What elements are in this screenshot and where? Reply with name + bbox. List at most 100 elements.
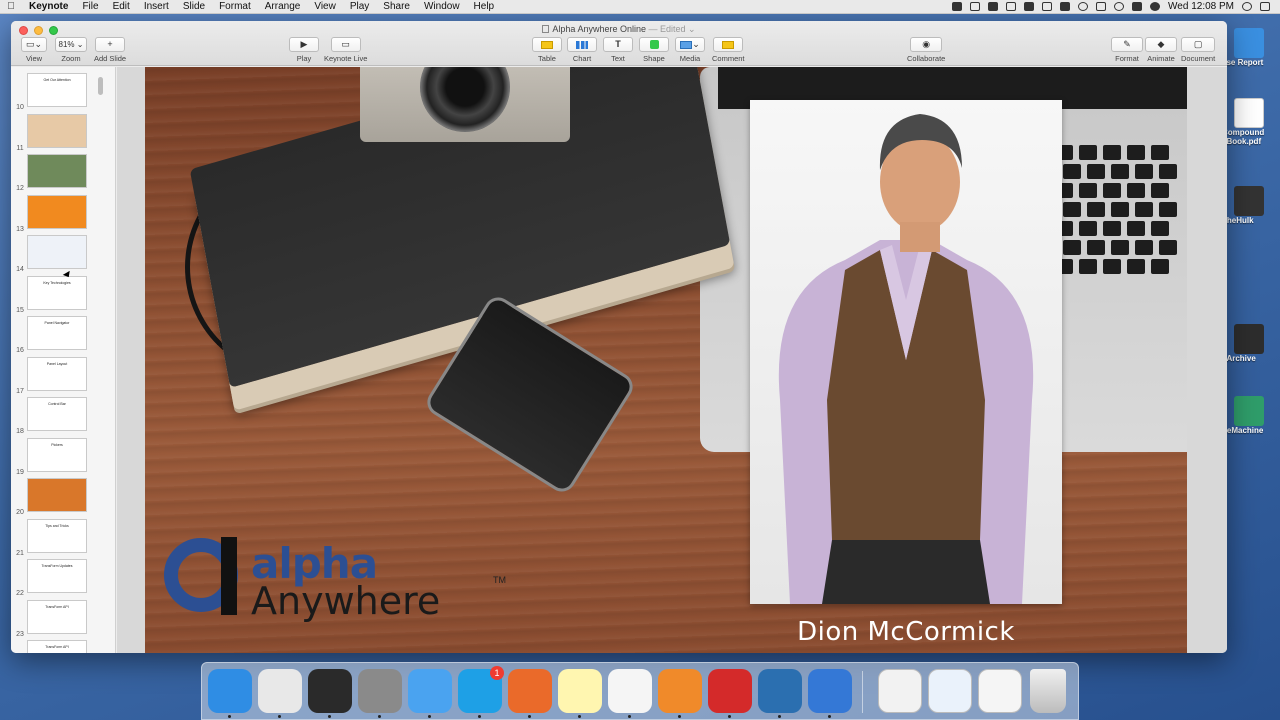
spotlight-search-icon[interactable]: [1242, 2, 1252, 11]
slide-thumbnail-row[interactable]: 20: [11, 478, 111, 516]
slide-thumbnail[interactable]: TransForm API: [27, 640, 87, 653]
slide-navigator[interactable]: 10 Get Our Attention 11 12 13 14 15 Key Technol…: [11, 67, 116, 653]
slide-thumbnail[interactable]: TransForm Updates: [27, 559, 87, 593]
zoom-control[interactable]: 81% ⌄ Zoom: [55, 37, 87, 63]
dock-app-messages-icon[interactable]: [408, 669, 452, 718]
notification-center-icon[interactable]: [1260, 2, 1270, 11]
slide-thumbnail[interactable]: [27, 194, 87, 229]
slide-thumbnail-row[interactable]: 17 Panel Layout: [11, 356, 111, 395]
slide-thumbnail-row[interactable]: TransForm API: [11, 640, 111, 653]
desktop-item-report[interactable]: ase Report: [1222, 28, 1280, 67]
slide-thumbnail[interactable]: Panel Navigator: [27, 316, 87, 350]
slide-thumbnail[interactable]: Key Technologies: [27, 275, 87, 310]
slide-thumbnail-row[interactable]: 11: [11, 113, 111, 152]
dock-app-parallels-icon[interactable]: [708, 669, 752, 718]
slide-thumbnail[interactable]: Panel Layout: [27, 356, 87, 391]
zoom-select[interactable]: 81% ⌄: [55, 37, 87, 52]
menu-play[interactable]: Play: [343, 1, 376, 12]
slide-thumbnail[interactable]: [27, 478, 87, 512]
wifi-icon[interactable]: [1114, 2, 1125, 11]
document-title[interactable]: Alpha Anywhere Online: [552, 24, 646, 34]
slide-thumbnail-row[interactable]: 10 Get Our Attention: [11, 73, 111, 111]
menu-slide[interactable]: Slide: [176, 1, 212, 12]
slide-thumbnail-row[interactable]: 12: [11, 154, 111, 192]
alpha-anywhere-logo[interactable]: alpha Anywhere TM: [163, 537, 506, 627]
slide-thumbnail[interactable]: [27, 154, 87, 188]
slide-thumbnail-row[interactable]: 23 TransForm API: [11, 599, 111, 638]
slide-thumbnail[interactable]: Get Our Attention: [27, 73, 87, 107]
slide-thumbnail-row[interactable]: 13: [11, 194, 111, 233]
dock-app-chrome-icon[interactable]: [258, 669, 302, 718]
dock-app-finder-icon[interactable]: [208, 669, 252, 718]
volume-icon[interactable]: [1150, 2, 1161, 11]
menu-insert[interactable]: Insert: [137, 1, 176, 12]
dock-window-thumbnail-1[interactable]: [878, 669, 922, 713]
keynote-live-button[interactable]: ▭ Keynote Live: [324, 37, 367, 63]
menu-format[interactable]: Format: [212, 1, 258, 12]
slide-thumbnail-row[interactable]: 22 TransForm Updates: [11, 559, 111, 597]
dropbox-icon[interactable]: [952, 2, 963, 11]
dock-app-s-app-icon[interactable]: [758, 669, 802, 718]
comment-button[interactable]: Comment: [712, 37, 745, 63]
dock-app-launchpad-icon[interactable]: [358, 669, 402, 718]
trash-icon[interactable]: [1030, 669, 1066, 713]
dock-app-notes-icon[interactable]: [558, 669, 602, 718]
slide-thumbnail-row[interactable]: 16 Panel Navigator: [11, 316, 111, 354]
edited-status[interactable]: — Edited ⌄: [649, 24, 696, 34]
dock-window-thumbnail-3[interactable]: [978, 669, 1022, 713]
chart-button[interactable]: Chart: [567, 37, 597, 63]
menu-file[interactable]: File: [75, 1, 105, 12]
dock-window-thumbnail-2[interactable]: [928, 669, 972, 713]
table-button[interactable]: Table: [532, 37, 562, 63]
apple-menu-icon[interactable]: : [0, 1, 22, 12]
slide-thumbnail[interactable]: [27, 113, 87, 148]
lock-icon[interactable]: [1024, 2, 1035, 11]
desktop-item-timemachine[interactable]: neMachine: [1222, 396, 1280, 435]
dock-app-flower-icon[interactable]: [658, 669, 702, 718]
dock-app-photos-icon[interactable]: [608, 669, 652, 718]
slide-thumbnail[interactable]: Control Bar: [27, 397, 87, 431]
menu-arrange[interactable]: Arrange: [258, 1, 308, 12]
slide-thumbnail[interactable]: Pickers: [27, 437, 87, 472]
menu-window[interactable]: Window: [417, 1, 467, 12]
portrait-photo[interactable]: [750, 100, 1062, 604]
view-button[interactable]: ▭⌄ View: [21, 37, 47, 63]
menu-view[interactable]: View: [307, 1, 343, 12]
list-icon[interactable]: [1042, 2, 1053, 11]
dock-app-office-icon[interactable]: [508, 669, 552, 718]
desktop-item-compound-ebook[interactable]: Compound eBook.pdf: [1222, 98, 1280, 146]
slide-thumbnail-row[interactable]: 18 Control Bar: [11, 397, 111, 435]
current-slide[interactable]: Dion McCormick alpha Anywhere TM: [145, 67, 1187, 653]
battery-icon[interactable]: [1132, 2, 1143, 11]
add-slide-button[interactable]: + Add Slide: [94, 37, 126, 63]
media-button[interactable]: ⌄ Media: [675, 37, 705, 63]
desktop-item-archive[interactable]: kArchive: [1222, 324, 1280, 363]
slide-thumbnail-row[interactable]: 14: [11, 235, 111, 273]
speaker-name-caption[interactable]: Dion McCormick: [745, 617, 1067, 647]
folder-icon[interactable]: [988, 2, 999, 11]
shape-button[interactable]: Shape: [639, 37, 669, 63]
dock-app-skype-icon[interactable]: 1: [458, 666, 504, 718]
bluetooth-icon[interactable]: [1096, 2, 1107, 11]
screen-icon[interactable]: [1006, 2, 1017, 11]
play-button[interactable]: ▶ Play: [289, 37, 319, 63]
s-app-icon[interactable]: [1060, 2, 1071, 11]
format-button[interactable]: ✎ Format: [1111, 37, 1143, 63]
menubar-clock[interactable]: Wed 12:08 PM: [1168, 1, 1234, 12]
slide-thumbnail[interactable]: [27, 235, 87, 269]
animate-button[interactable]: ◆ Animate: [1145, 37, 1177, 63]
slide-thumbnail[interactable]: TransForm API: [27, 599, 87, 634]
time-machine-icon[interactable]: [1078, 2, 1089, 11]
dock-app-screen-icon[interactable]: [308, 669, 352, 718]
slide-thumbnail[interactable]: Tips and Tricks: [27, 518, 87, 553]
slide-thumbnail-row[interactable]: 21 Tips and Tricks: [11, 518, 111, 557]
dock-app-keynote-icon[interactable]: [808, 669, 852, 718]
desktop-item-thehulk[interactable]: TheHulk: [1222, 186, 1280, 225]
menu-edit[interactable]: Edit: [106, 1, 137, 12]
collaborate-button[interactable]: ◉ Collaborate: [907, 37, 945, 63]
slide-thumbnail-row[interactable]: 19 Pickers: [11, 437, 111, 476]
menu-app-keynote[interactable]: Keynote: [22, 1, 75, 12]
document-button[interactable]: ▢ Document: [1181, 37, 1215, 63]
menu-share[interactable]: Share: [376, 1, 417, 12]
slide-thumbnail-row[interactable]: 15 Key Technologies: [11, 275, 111, 314]
